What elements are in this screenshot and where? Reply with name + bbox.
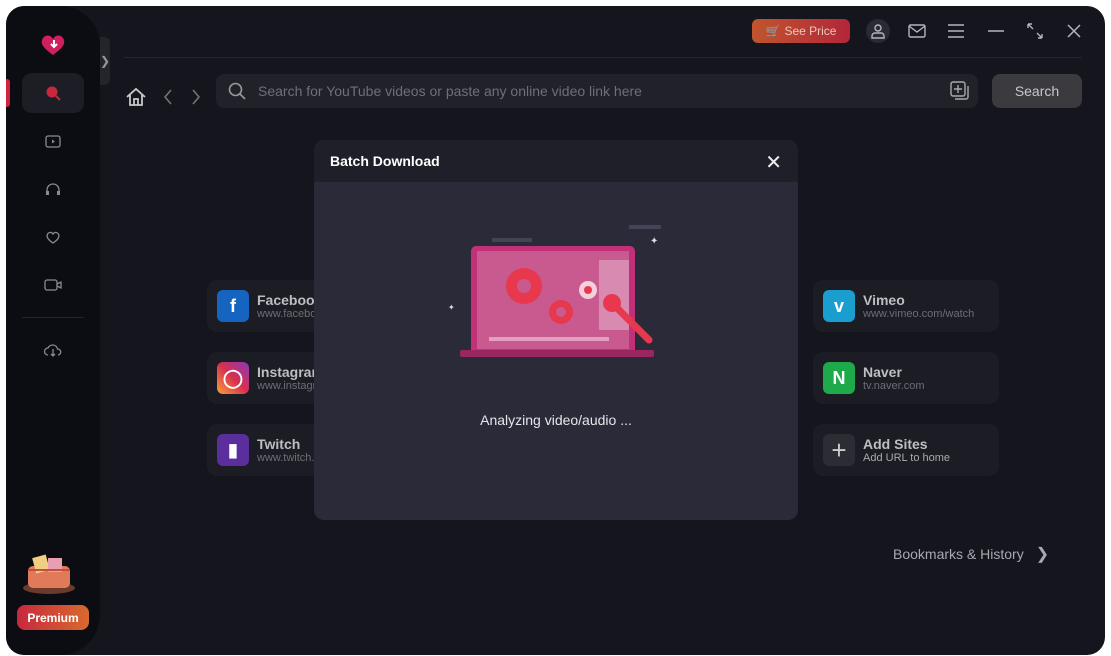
camera-icon [44,279,62,291]
site-name: Vimeo [863,292,905,308]
site-card-naver[interactable]: N Naver tv.naver.com [813,352,999,404]
mail-icon[interactable] [905,19,929,43]
analyzing-illustration-icon: ✦✦ [448,225,661,357]
bookmarks-label: Bookmarks & History [893,546,1024,562]
svg-text:✦: ✦ [650,236,658,247]
sidebar-divider [22,317,84,318]
site-name: Naver [863,364,902,380]
user-icon[interactable] [866,19,890,43]
site-url: Add URL to home [863,452,951,464]
sidebar-item-search[interactable] [22,73,84,113]
video-icon [45,135,61,148]
headphones-icon [46,183,60,195]
sidebar-item-downloads[interactable] [22,330,84,370]
home-icon[interactable] [125,80,147,114]
facebook-icon: f [217,290,249,322]
batch-download-dialog: Batch Download ✕ ✦ ✦ Analyzing video/audio… [314,140,798,520]
plus-icon: + [823,434,855,466]
search-placeholder: Search for YouTube videos or paste any o… [258,83,642,99]
site-url: tv.naver.com [863,380,925,392]
menu-icon[interactable] [944,19,968,43]
search-icon [46,86,61,101]
naver-icon: N [823,362,855,394]
active-indicator [6,79,10,107]
sidebar-item-video[interactable] [22,121,84,161]
instagram-icon: ◯ [217,362,249,394]
see-price-label: See Price [784,24,837,38]
sidebar-toggle[interactable]: ❯ [100,37,110,85]
back-icon[interactable] [163,80,173,114]
cart-icon: 🛒 [765,24,781,38]
chevron-right-icon: ❯ [99,54,111,68]
svg-text:✦: ✦ [448,303,455,312]
dialog-close-icon[interactable]: ✕ [765,150,782,175]
search-icon [228,82,246,100]
forward-icon[interactable] [191,80,201,114]
app-window: Premium ❯ 🛒 See Price Search for YouTube … [6,6,1105,655]
minimize-icon[interactable] [984,19,1008,43]
search-button[interactable]: Search [992,74,1082,108]
site-card-vimeo[interactable]: v Vimeo www.vimeo.com/watch [813,280,999,332]
add-sites-button[interactable]: + Add Sites Add URL to home [813,424,999,476]
restore-icon[interactable] [1023,19,1047,43]
twitch-icon: ▮ [217,434,249,466]
chevron-right-icon: ❯ [1035,546,1050,563]
cloud-download-icon [44,344,62,357]
divider [124,57,1082,58]
close-icon[interactable] [1062,19,1086,43]
status-text: Analyzing video/audio ... [480,412,632,428]
vimeo-icon: v [823,290,855,322]
see-price-button[interactable]: 🛒 See Price [752,19,850,43]
app-logo-icon [41,35,65,55]
site-name: Add Sites [863,436,928,452]
bookmarks-history-link[interactable]: Bookmarks & History ❯ [893,544,1049,564]
sidebar-item-recordings[interactable] [22,265,84,305]
site-url: www.vimeo.com/watch [863,308,975,320]
sidebar: Premium [6,6,100,655]
sidebar-item-favorites[interactable] [22,217,84,257]
gift-basket-icon [23,554,75,594]
search-input[interactable]: Search for YouTube videos or paste any o… [216,74,978,108]
dialog-title: Batch Download [330,153,440,169]
heart-icon [46,231,60,244]
sidebar-item-audio[interactable] [22,169,84,209]
premium-button[interactable]: Premium [17,605,89,630]
batch-add-icon[interactable] [950,81,970,101]
